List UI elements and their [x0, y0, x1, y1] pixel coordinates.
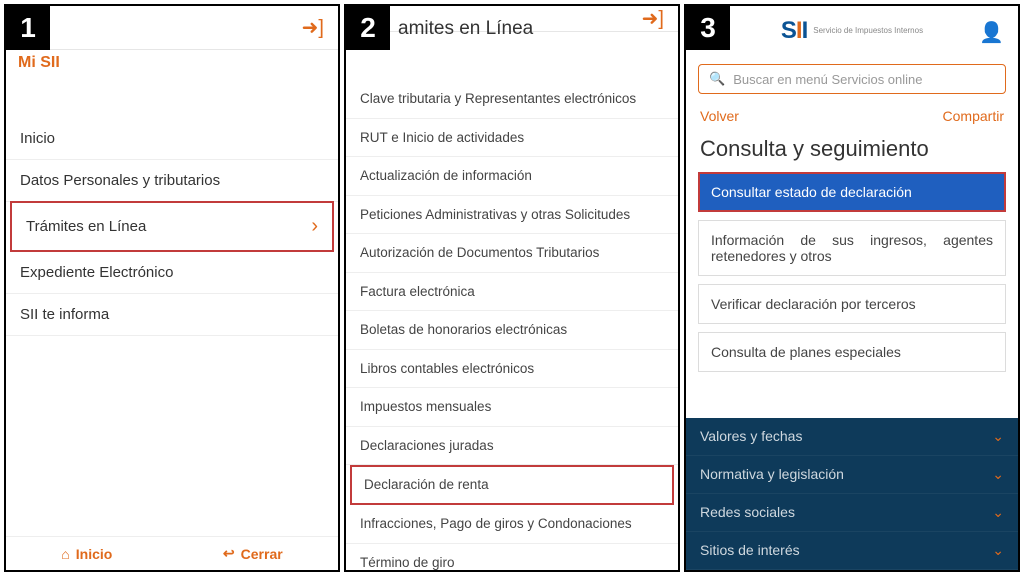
footer-row-label: Redes sociales	[700, 504, 795, 521]
menu-item-label: Expediente Electrónico	[20, 264, 173, 281]
footer-row-label: Valores y fechas	[700, 428, 802, 445]
menu-item-label: Datos Personales y tributarios	[20, 172, 220, 189]
submenu-item[interactable]: Impuestos mensuales	[346, 388, 678, 427]
login-icon[interactable]: ➜]	[642, 6, 664, 31]
footer-row[interactable]: Normativa y legislación ⌄	[686, 456, 1018, 494]
back-link[interactable]: Volver	[700, 108, 739, 124]
user-icon[interactable]: 👤	[979, 20, 1004, 45]
submenu-item[interactable]: Peticiones Administrativas y otras Solic…	[346, 196, 678, 235]
menu-item[interactable]: Trámites en Línea ›	[10, 201, 334, 252]
submenu-item[interactable]: Boletas de honorarios electrónicas	[346, 311, 678, 350]
step-badge: 1	[6, 6, 50, 50]
close-link[interactable]: ↩Cerrar	[223, 545, 283, 562]
menu-item-label: Trámites en Línea	[26, 218, 146, 235]
submenu-item[interactable]: Declaraciones juradas	[346, 427, 678, 466]
option-card[interactable]: Consultar estado de declaración	[698, 172, 1006, 212]
footer-row[interactable]: Valores y fechas ⌄	[686, 418, 1018, 456]
logo: SII Servicio de Impuestos Internos	[781, 17, 923, 45]
page-title: Consulta y seguimiento	[686, 130, 1018, 172]
home-icon: ⌂	[61, 546, 69, 562]
menu-item-label: Inicio	[20, 130, 55, 147]
chevron-down-icon: ⌄	[992, 466, 1004, 483]
menu-item[interactable]: SII te informa	[6, 294, 338, 336]
option-card[interactable]: Consulta de planes especiales	[698, 332, 1006, 372]
submenu-item[interactable]: Término de giro	[346, 544, 678, 572]
submenu-item[interactable]: Actualización de información	[346, 157, 678, 196]
home-link[interactable]: ⌂Inicio	[61, 545, 112, 562]
header: SII Servicio de Impuestos Internos 👤	[686, 6, 1018, 56]
brand-title: Mi SII	[18, 54, 60, 72]
footer-row[interactable]: Redes sociales ⌄	[686, 494, 1018, 532]
submenu-item[interactable]: Clave tributaria y Representantes electr…	[346, 80, 678, 119]
footer-row-label: Normativa y legislación	[700, 466, 844, 483]
page-title: amites en Línea	[398, 18, 533, 40]
step-2-panel: 2 ➜] amites en Línea Clave tributaria y …	[344, 4, 680, 572]
share-link[interactable]: Compartir	[943, 108, 1004, 124]
menu-item[interactable]: Inicio	[6, 118, 338, 160]
option-card[interactable]: Verificar declaración por terceros	[698, 284, 1006, 324]
footer-row-label: Sitios de interés	[700, 542, 800, 559]
submenu-item[interactable]: Libros contables electrónicos	[346, 350, 678, 389]
bottom-bar: ⌂Inicio ↩Cerrar	[6, 536, 338, 570]
submenu: Clave tributaria y Representantes electr…	[346, 80, 678, 572]
search-input[interactable]: 🔍 Buscar en menú Servicios online	[698, 64, 1006, 94]
logo-subtitle: Servicio de Impuestos Internos	[813, 27, 923, 35]
submenu-item[interactable]: Factura electrónica	[346, 273, 678, 312]
step-1-panel: 1 ➜] Mi SII Inicio Datos Personales y tri…	[4, 4, 340, 572]
footer-row[interactable]: Sitios de interés ⌄	[686, 532, 1018, 570]
chevron-right-icon: ›	[311, 215, 318, 238]
submenu-item[interactable]: RUT e Inicio de actividades	[346, 119, 678, 158]
header: ➜]	[6, 6, 338, 50]
footer-accordion: Valores y fechas⌄Normativa y legislación…	[686, 418, 1018, 570]
submenu-item[interactable]: Infracciones, Pago de giros y Condonacio…	[346, 505, 678, 544]
step-badge: 3	[686, 6, 730, 50]
search-icon: 🔍	[709, 71, 725, 87]
menu-item[interactable]: Datos Personales y tributarios	[6, 160, 338, 202]
search-placeholder: Buscar en menú Servicios online	[733, 72, 922, 87]
chevron-down-icon: ⌄	[992, 428, 1004, 445]
card-list: Consultar estado de declaración Informaci…	[686, 172, 1018, 372]
menu-item-label: SII te informa	[20, 306, 109, 323]
chevron-down-icon: ⌄	[992, 504, 1004, 521]
exit-icon: ↩	[223, 545, 235, 562]
menu-item[interactable]: Expediente Electrónico	[6, 252, 338, 294]
submenu-item[interactable]: Declaración de renta	[350, 465, 674, 505]
chevron-down-icon: ⌄	[992, 542, 1004, 559]
login-icon[interactable]: ➜]	[302, 15, 324, 40]
submenu-item[interactable]: Autorización de Documentos Tributarios	[346, 234, 678, 273]
step-3-panel: 3 SII Servicio de Impuestos Internos 👤 🔍…	[684, 4, 1020, 572]
option-card[interactable]: Información de sus ingresos, agentes ret…	[698, 220, 1006, 276]
step-badge: 2	[346, 6, 390, 50]
main-menu: Inicio Datos Personales y tributarios Trám…	[6, 118, 338, 336]
nav-links: Volver Compartir	[686, 102, 1018, 130]
